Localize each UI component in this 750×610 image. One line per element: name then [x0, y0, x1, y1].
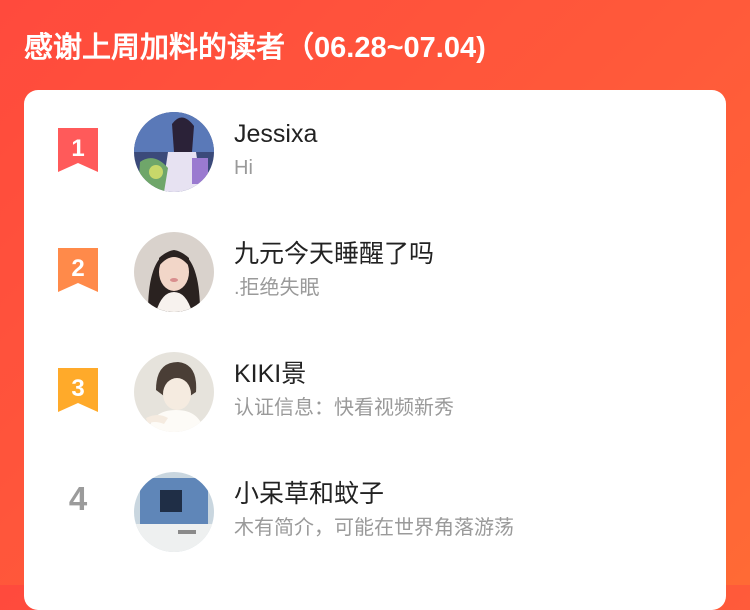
rank-badge-icon: 1 — [56, 126, 100, 176]
blue-photo-avatar-icon — [134, 472, 214, 552]
rank-badge-icon: 2 — [56, 246, 100, 296]
rank-number: 3 — [71, 375, 84, 402]
reader-name[interactable]: 九元今天睡醒了吗 — [234, 238, 434, 270]
rank-number: 4 — [68, 480, 88, 517]
reader-description: 认证信息：快看视频新秀 — [234, 397, 454, 419]
rank-badge-icon: 3 — [56, 366, 100, 416]
page-title: 感谢上周加料的读者（06.28~07.04) — [24, 32, 486, 64]
avatar[interactable] — [134, 352, 214, 432]
reader-list-card: 1 Jessixa Hi 2 九元今天睡醒了吗 .拒绝失眠 3 KIKI景 认证… — [24, 90, 726, 610]
rank-number: 2 — [71, 255, 84, 282]
reader-description: .拒绝失眠 — [234, 277, 320, 299]
reader-name[interactable]: Jessixa — [234, 118, 317, 150]
reader-description: Hi — [234, 157, 253, 179]
rank-number: 1 — [71, 135, 84, 162]
reader-name[interactable]: KIKI景 — [234, 358, 306, 390]
anime-girl-avatar-icon — [134, 112, 214, 192]
reader-row-3[interactable]: 3 KIKI景 认证信息：快看视频新秀 — [24, 330, 726, 440]
reader-row-1[interactable]: 1 Jessixa Hi — [24, 90, 726, 200]
reader-description: 木有简介，可能在世界角落游荡 — [234, 517, 514, 539]
cartoon-boy-avatar-icon — [134, 352, 214, 432]
avatar[interactable] — [134, 112, 214, 192]
avatar[interactable] — [134, 232, 214, 312]
reader-row-4[interactable]: 4 小呆草和蚊子 木有简介，可能在世界角落游荡 — [24, 450, 726, 560]
reader-row-2[interactable]: 2 九元今天睡醒了吗 .拒绝失眠 — [24, 210, 726, 320]
avatar[interactable] — [134, 472, 214, 552]
reader-name[interactable]: 小呆草和蚊子 — [234, 478, 384, 510]
woman-portrait-avatar-icon — [134, 232, 214, 312]
